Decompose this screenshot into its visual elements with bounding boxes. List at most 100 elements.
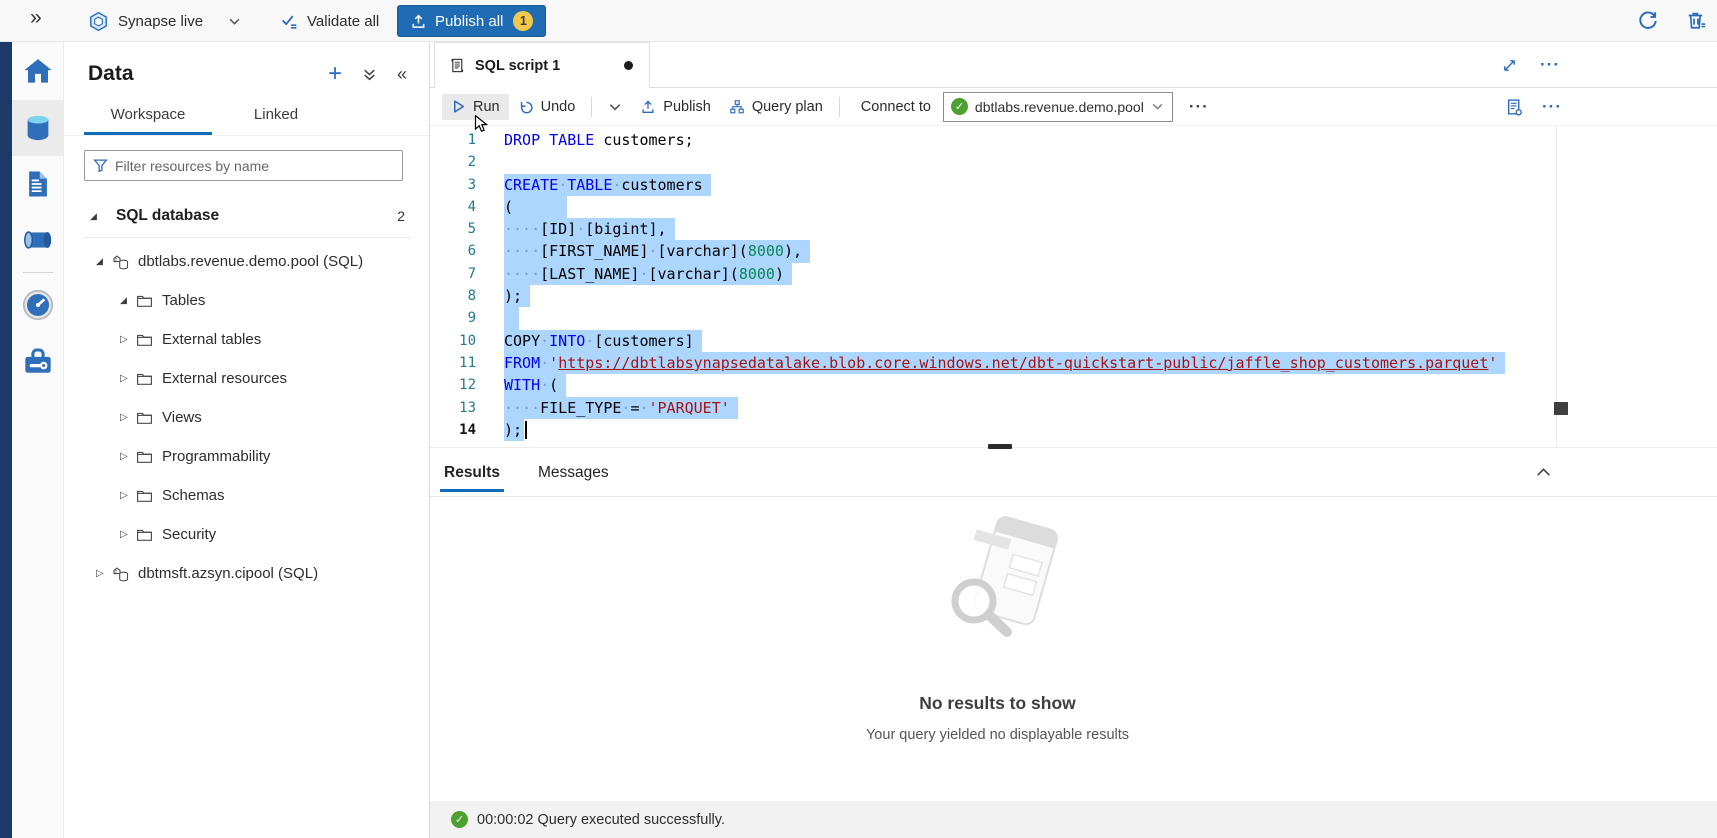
- validate-all-button[interactable]: Validate all: [280, 0, 379, 42]
- collapse-all-icon[interactable]: [362, 67, 377, 82]
- chevron-expanded-icon[interactable]: ◢: [90, 211, 106, 222]
- collapse-results-chevron-icon[interactable]: [1535, 464, 1552, 481]
- nav-manage-button[interactable]: [12, 333, 64, 389]
- code-line-14: 14);: [430, 419, 1717, 441]
- no-results-illustration: [918, 513, 1078, 651]
- folder-icon: [136, 331, 162, 348]
- connect-to-pool-dropdown[interactable]: ✓ dbtlabs.revenue.demo.pool: [943, 92, 1173, 122]
- line-number: 9: [430, 307, 504, 329]
- data-panel: Data + « Workspace Linked ◢ SQL database…: [64, 42, 430, 838]
- tree-item-external-resources[interactable]: ▷External resources: [64, 359, 429, 398]
- tree-root-label: SQL database: [116, 207, 219, 225]
- line-number: 2: [430, 151, 504, 173]
- expand-sidebar-icon[interactable]: »: [30, 6, 42, 30]
- nav-develop-button[interactable]: [12, 156, 64, 212]
- pool-status-check-icon: ✓: [951, 98, 968, 115]
- publish-all-button[interactable]: Publish all 1: [397, 5, 546, 37]
- discard-trash-icon[interactable]: [1685, 10, 1707, 32]
- toolbar-divider: [591, 97, 592, 117]
- code-line-11: 11FROM·'https://dbtlabsynapsedatalake.bl…: [430, 352, 1717, 374]
- database-icon: [21, 111, 55, 145]
- chevron-collapsed-icon[interactable]: ▷: [120, 529, 136, 540]
- tab-messages[interactable]: Messages: [534, 449, 613, 496]
- code-text: (: [504, 196, 567, 218]
- query-plan-icon: [729, 99, 745, 115]
- refresh-icon[interactable]: [1637, 10, 1659, 32]
- nav-monitor-button[interactable]: [12, 277, 64, 333]
- tree-item-label: dbtlabs.revenue.demo.pool (SQL): [138, 253, 363, 270]
- tree-item-tables[interactable]: ◢Tables: [64, 281, 429, 320]
- tree-item-schemas[interactable]: ▷Schemas: [64, 476, 429, 515]
- chevron-collapsed-icon[interactable]: ▷: [120, 451, 136, 462]
- nav-home-button[interactable]: [12, 44, 64, 100]
- chevron-down-icon: [228, 15, 241, 28]
- properties-icon[interactable]: [1505, 98, 1524, 117]
- play-icon: [451, 99, 466, 114]
- code-editor[interactable]: 1DROP TABLE customers;23CREATE·TABLE·cus…: [430, 126, 1717, 447]
- chevron-collapsed-icon[interactable]: ▷: [96, 568, 112, 579]
- toolbar-more-options-icon[interactable]: ···: [1189, 97, 1209, 117]
- tree-item-views[interactable]: ▷ Views: [64, 398, 429, 437]
- query-plan-button[interactable]: Query plan: [720, 94, 832, 120]
- pipeline-icon: [21, 223, 55, 257]
- tree-item-security[interactable]: ▷ Security: [64, 515, 429, 554]
- tree-item-external-tables[interactable]: ▷ External tables: [64, 320, 429, 359]
- code-lines: 1DROP TABLE customers;23CREATE·TABLE·cus…: [430, 126, 1717, 441]
- tab-workspace[interactable]: Workspace: [84, 98, 212, 135]
- tree-item-label: Security: [162, 526, 216, 543]
- tree-item-label: Views: [162, 409, 202, 426]
- tree-item-dbtlabs-revenue-demo-pool-sql[interactable]: ◢ dbtlabs.revenue.demo.pool (SQL): [64, 242, 429, 281]
- code-text: );: [504, 419, 524, 441]
- chevron-expanded-icon[interactable]: ◢: [120, 295, 136, 306]
- synapse-logo-icon: [88, 11, 109, 32]
- code-text: ····FILE_TYPE·=·'PARQUET': [504, 397, 738, 419]
- nav-rail-strip: [0, 42, 12, 838]
- tab-results[interactable]: Results: [440, 449, 504, 496]
- pane-more-options-icon[interactable]: ···: [1542, 97, 1562, 117]
- validate-icon: [280, 12, 299, 31]
- nav-data-button[interactable]: [12, 100, 64, 156]
- chevron-collapsed-icon[interactable]: ▷: [120, 334, 136, 345]
- code-text: ····[LAST_NAME]·[varchar](8000): [504, 263, 792, 285]
- add-resource-button[interactable]: +: [328, 65, 342, 83]
- code-line-9: 9: [430, 307, 1717, 329]
- run-options-chevron[interactable]: [599, 95, 631, 119]
- publish-all-label: Publish all: [435, 13, 503, 30]
- code-line-10: 10COPY·INTO·[customers]: [430, 330, 1717, 352]
- tree-item-sql-database[interactable]: ◢ SQL database 2: [64, 197, 429, 235]
- chevron-collapsed-icon[interactable]: ▷: [120, 373, 136, 384]
- chevron-collapsed-icon[interactable]: ▷: [120, 412, 136, 423]
- toolbox-icon: [21, 344, 55, 378]
- code-line-1: 1DROP TABLE customers;: [430, 129, 1717, 151]
- chevron-collapsed-icon[interactable]: ▷: [120, 490, 136, 501]
- folder-icon: [136, 487, 162, 504]
- pool-icon: [112, 565, 138, 583]
- tab-linked[interactable]: Linked: [212, 98, 340, 135]
- line-number: 1: [430, 129, 504, 151]
- resource-tree-container: ◢ SQL database 2 ◢ dbtlabs.revenue.demo.p…: [64, 191, 429, 593]
- filter-resources-input[interactable]: [115, 158, 394, 174]
- tab-more-options-icon[interactable]: ···: [1540, 55, 1560, 75]
- pool-name: dbtlabs.revenue.demo.pool: [975, 99, 1144, 115]
- line-number: 3: [430, 174, 504, 196]
- environment-selector[interactable]: Synapse live: [88, 0, 241, 42]
- tree-item-label: Programmability: [162, 448, 270, 465]
- results-empty-state: No results to show Your query yielded no…: [430, 497, 1565, 801]
- collapse-panel-icon[interactable]: «: [397, 64, 407, 85]
- code-text: ····[ID]·[bigint],: [504, 218, 675, 240]
- expand-editor-icon[interactable]: [1501, 57, 1518, 74]
- code-text: COPY·INTO·[customers]: [504, 330, 702, 352]
- scrollbar-marker[interactable]: [1554, 402, 1568, 415]
- code-text: WITH·(: [504, 374, 566, 396]
- publish-button[interactable]: Publish: [631, 94, 720, 120]
- tree-item-dbtmsft-azsyn-cipool-sql[interactable]: ▷dbtmsft.azsyn.cipool (SQL): [64, 554, 429, 593]
- gauge-icon: [22, 289, 54, 321]
- connect-to-label: Connect to: [861, 99, 931, 115]
- filter-funnel-icon: [93, 158, 108, 173]
- undo-button[interactable]: Undo: [509, 94, 585, 120]
- nav-integrate-button[interactable]: [12, 212, 64, 268]
- tab-sql-script-1[interactable]: SQL script 1: [434, 42, 650, 88]
- tree-item-programmability[interactable]: ▷ Programmability: [64, 437, 429, 476]
- chevron-expanded-icon[interactable]: ◢: [96, 256, 112, 267]
- tree-item-label: External tables: [162, 331, 261, 348]
